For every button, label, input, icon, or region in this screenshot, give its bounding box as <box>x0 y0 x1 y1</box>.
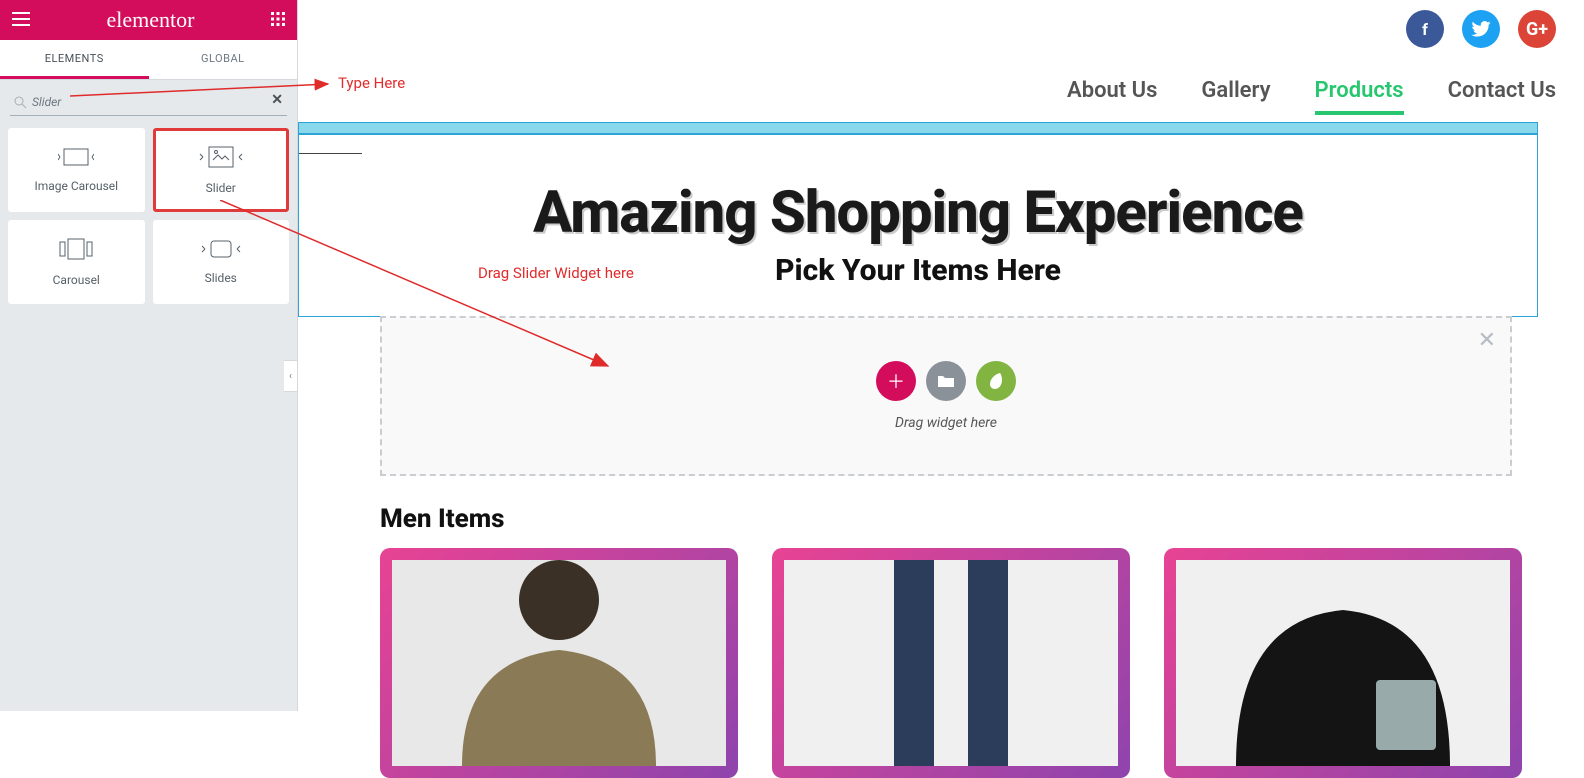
google-plus-icon[interactable]: G+ <box>1518 10 1556 48</box>
add-section-button[interactable]: ＋ <box>876 361 916 401</box>
section-title: Men Items <box>380 504 505 534</box>
section-top-border <box>298 122 1538 134</box>
widget-slider[interactable]: Slider <box>153 128 290 212</box>
slides-icon <box>201 240 241 261</box>
panel-collapse-button[interactable]: ‹ <box>284 360 298 392</box>
widget-carousel[interactable]: Carousel <box>8 220 145 304</box>
widget-image-carousel[interactable]: Image Carousel <box>8 128 145 212</box>
product-image <box>1176 560 1510 766</box>
twitter-icon[interactable] <box>1462 10 1500 48</box>
widget-label: Slides <box>205 271 237 285</box>
hero-section[interactable]: Amazing Shopping Experience Pick Your It… <box>298 134 1538 317</box>
social-bar: f G+ <box>1406 10 1556 48</box>
product-card[interactable] <box>1164 548 1522 778</box>
nav-products[interactable]: Products <box>1315 78 1404 115</box>
clear-search-icon[interactable]: ✕ <box>271 92 283 108</box>
product-card[interactable] <box>772 548 1130 778</box>
widget-label: Slider <box>206 181 236 195</box>
hero-subtitle: Pick Your Items Here <box>299 253 1537 288</box>
dropzone-actions: ＋ <box>876 361 1016 401</box>
widget-grid: Image Carousel Slider Carousel Slides <box>0 122 297 310</box>
panel-header: elementor <box>0 0 297 40</box>
tab-elements[interactable]: ELEMENTS <box>0 40 149 79</box>
elementor-panel: elementor ELEMENTS GLOBAL ✕ Image Carous… <box>0 0 298 711</box>
widget-dropzone[interactable]: ✕ ＋ Drag widget here <box>380 316 1512 476</box>
tab-global[interactable]: GLOBAL <box>149 40 298 79</box>
product-image <box>392 560 726 766</box>
nav-about[interactable]: About Us <box>1067 78 1157 115</box>
main-nav: About Us Gallery Products Contact Us <box>1067 78 1556 115</box>
widget-search-input[interactable] <box>10 88 287 116</box>
menu-icon[interactable] <box>12 11 30 30</box>
hero-title: Amazing Shopping Experience <box>299 179 1537 247</box>
product-cards <box>380 548 1522 778</box>
envato-button[interactable] <box>976 361 1016 401</box>
brand-title: elementor <box>107 7 195 33</box>
panel-tabs: ELEMENTS GLOBAL <box>0 40 297 80</box>
image-carousel-icon <box>58 148 94 169</box>
widget-label: Carousel <box>53 273 100 287</box>
facebook-icon[interactable]: f <box>1406 10 1444 48</box>
widget-label: Image Carousel <box>34 179 118 193</box>
apps-icon[interactable] <box>271 11 285 30</box>
carousel-icon <box>58 238 94 263</box>
slider-icon <box>199 146 243 171</box>
editor-canvas: f G+ About Us Gallery Products Contact U… <box>298 0 1584 711</box>
product-image <box>784 560 1118 766</box>
dropzone-label: Drag widget here <box>895 415 997 431</box>
search-wrap: ✕ <box>0 80 297 122</box>
nav-gallery[interactable]: Gallery <box>1201 78 1270 115</box>
product-card[interactable] <box>380 548 738 778</box>
nav-contact[interactable]: Contact Us <box>1448 78 1556 115</box>
template-library-button[interactable] <box>926 361 966 401</box>
close-icon[interactable]: ✕ <box>1478 328 1496 353</box>
search-icon <box>14 94 27 113</box>
widget-slides[interactable]: Slides <box>153 220 290 304</box>
